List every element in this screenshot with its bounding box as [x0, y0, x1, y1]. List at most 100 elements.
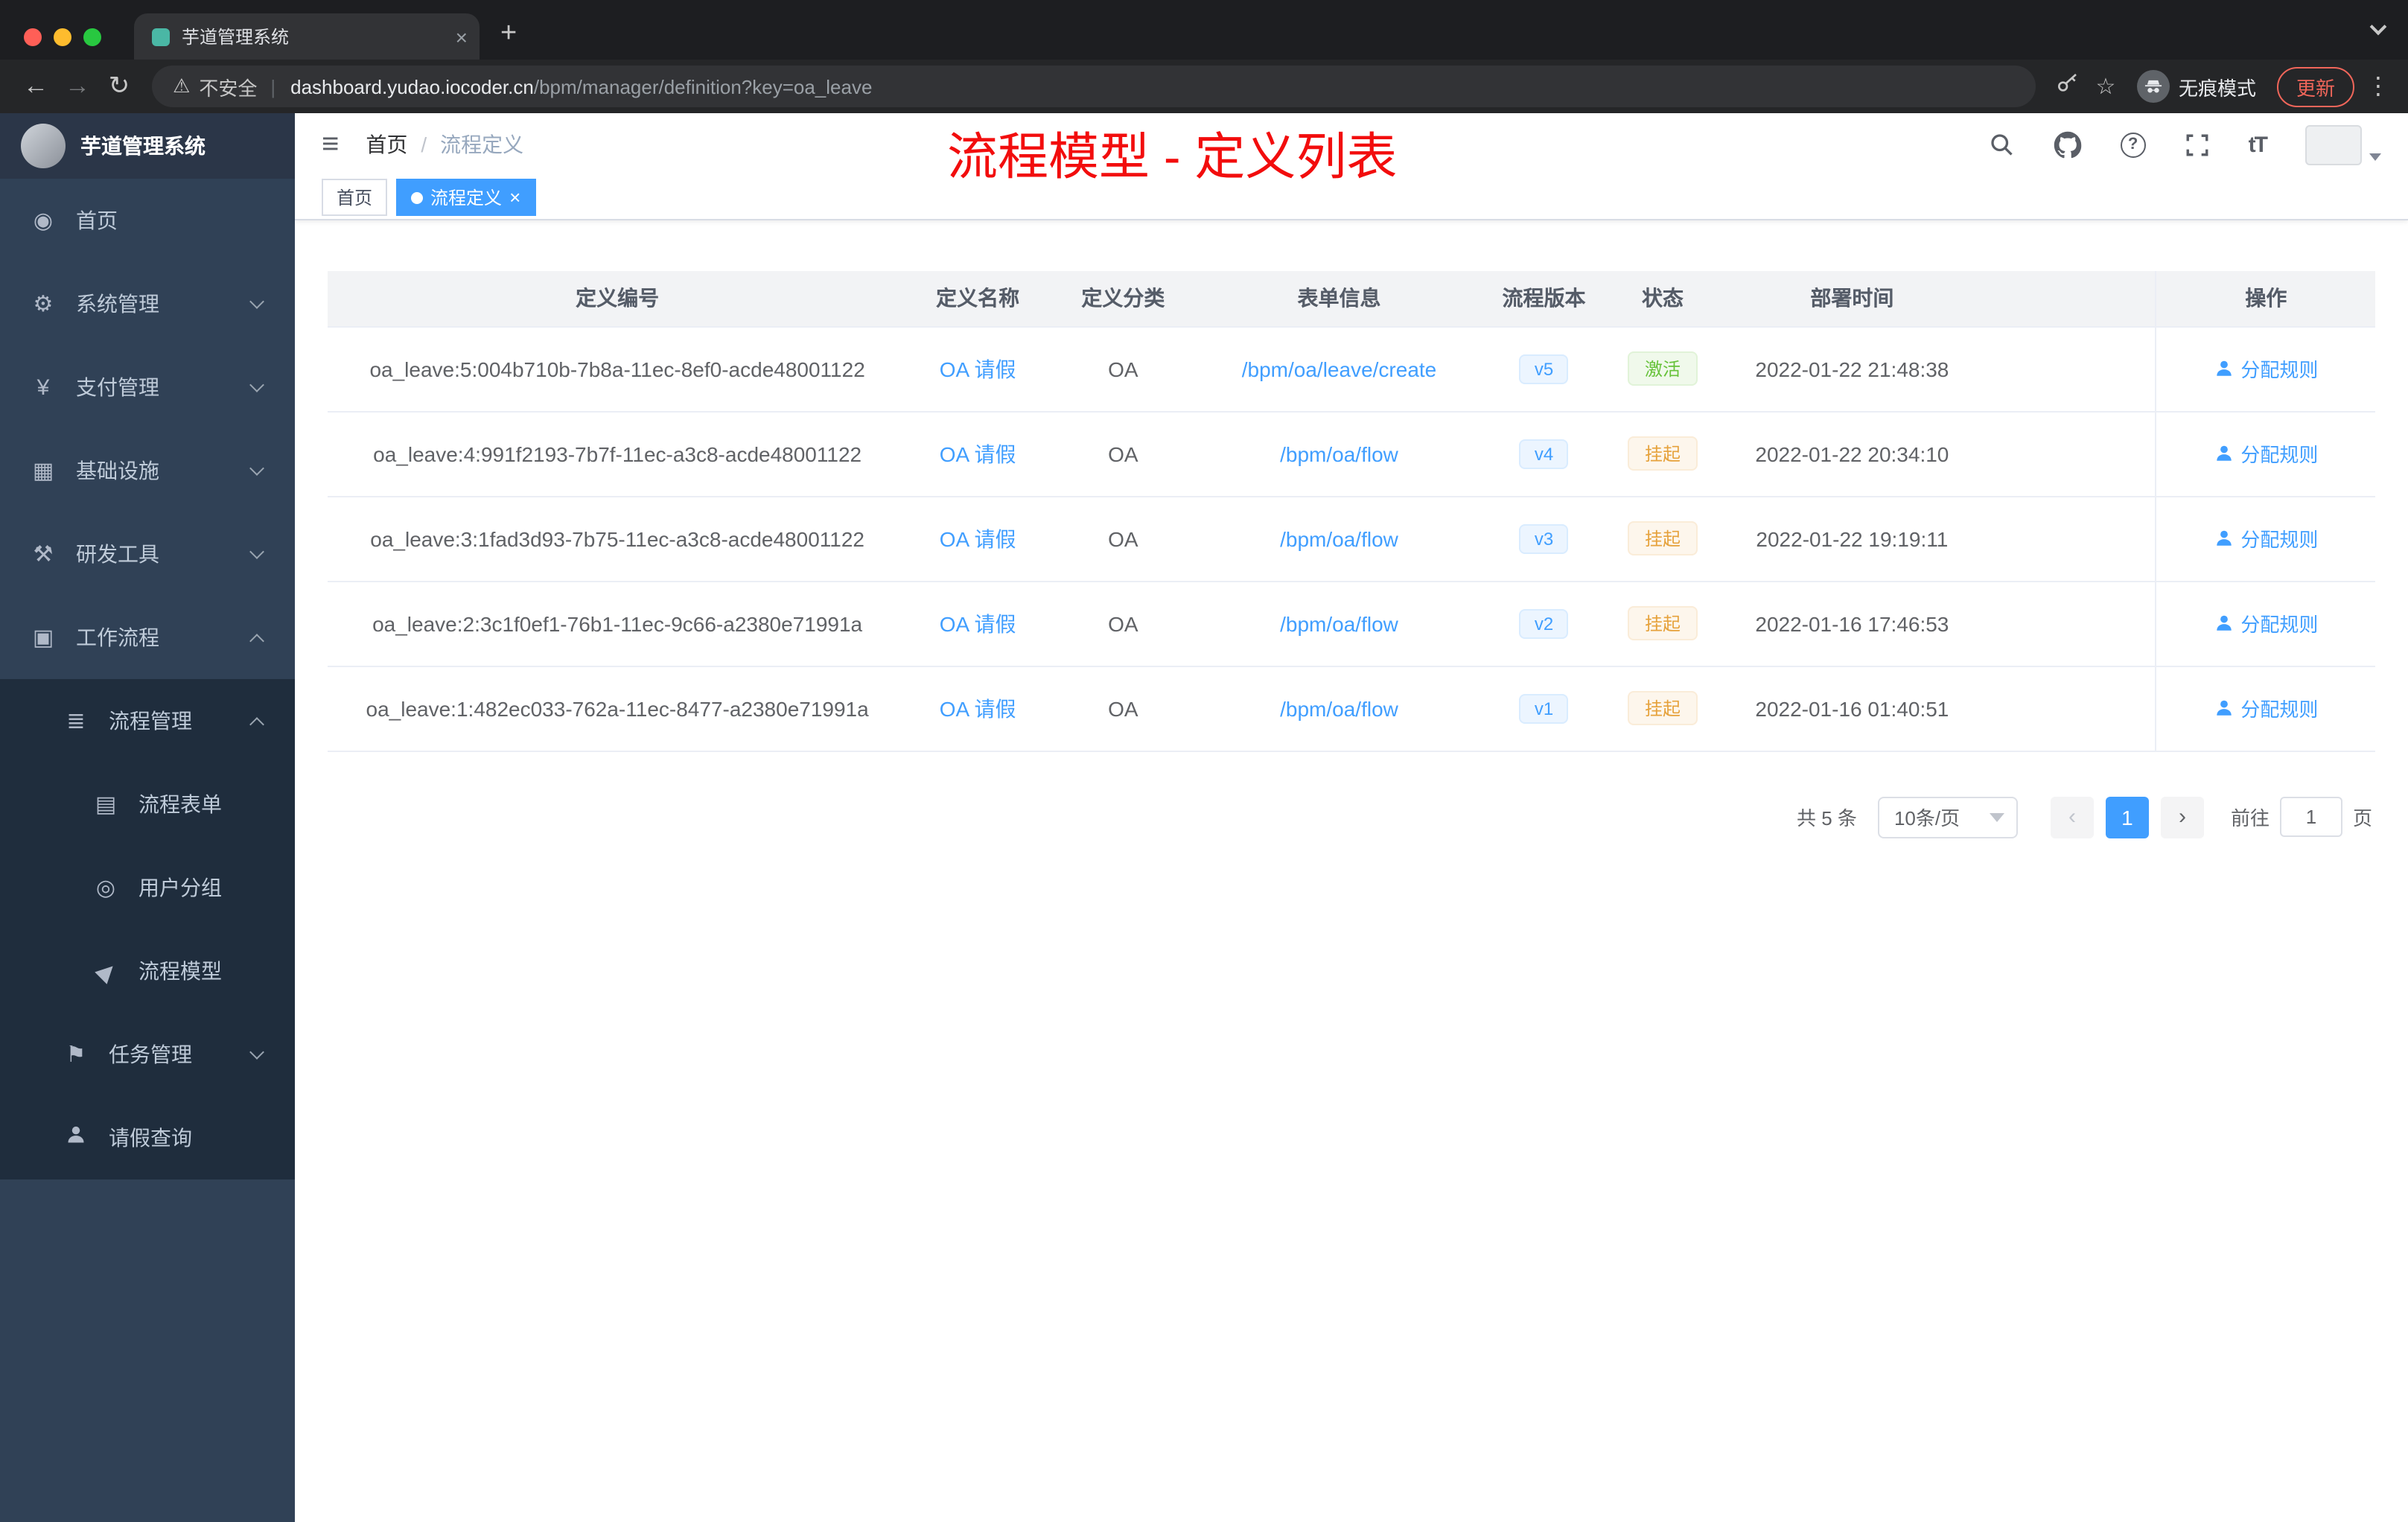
minimize-window-button[interactable] — [54, 28, 71, 46]
status-badge: 挂起 — [1628, 521, 1697, 555]
sidebar-item-label: 流程模型 — [138, 959, 222, 983]
page-size-select[interactable]: 10条/页 — [1877, 796, 2018, 838]
person-icon — [2216, 615, 2232, 631]
status-badge: 挂起 — [1628, 691, 1697, 725]
fullscreen-icon[interactable] — [2185, 132, 2210, 157]
table-row: oa_leave:1:482ec033-762a-11ec-8477-a2380… — [328, 666, 2375, 751]
address-bar[interactable]: ⚠ 不安全 | dashboard.yudao.iocoder.cn /bpm/… — [152, 66, 2036, 107]
form-icon: ▤ — [95, 792, 117, 818]
col-actions: 操作 — [2155, 271, 2375, 327]
sidebar-item-infrastructure[interactable]: ▦ 基础设施 — [0, 429, 295, 512]
prev-page-button[interactable]: ‹ — [2050, 796, 2094, 838]
goto-label: 前往 — [2230, 807, 2270, 830]
tab-close-icon[interactable]: × — [456, 26, 468, 47]
github-icon[interactable] — [2054, 130, 2082, 159]
form-link[interactable]: /bpm/oa/flow — [1280, 526, 1398, 550]
assign-rule-button[interactable]: 分配规则 — [2214, 354, 2318, 383]
assign-rule-button[interactable]: 分配规则 — [2214, 439, 2318, 468]
active-dot — [411, 191, 424, 203]
form-link[interactable]: /bpm/oa/flow — [1280, 611, 1398, 635]
assign-rule-button[interactable]: 分配规则 — [2214, 694, 2318, 722]
status-badge: 挂起 — [1628, 606, 1697, 640]
definition-name-link[interactable]: OA 请假 — [940, 442, 1016, 465]
annotation-title: 流程模型 - 定义列表 — [947, 130, 1398, 186]
next-page-button[interactable]: › — [2160, 796, 2204, 838]
tag-close-icon[interactable]: × — [509, 188, 520, 207]
browser-menu-icon[interactable]: ⋮ — [2363, 71, 2393, 101]
table-row: oa_leave:4:991f2193-7b7f-11ec-a3c8-acde4… — [328, 411, 2375, 497]
col-process-version: 流程版本 — [1480, 271, 1608, 327]
user-avatar[interactable] — [2305, 124, 2381, 165]
tag-label: 流程定义 — [430, 188, 503, 208]
pagination-goto: 前往 页 — [2231, 797, 2372, 837]
version-badge: v5 — [1519, 354, 1569, 383]
sidebar-item-devtools[interactable]: ⚒ 研发工具 — [0, 512, 295, 596]
definition-name-link[interactable]: OA 请假 — [940, 696, 1016, 720]
tab-title: 芋道管理系统 — [182, 27, 290, 48]
browser-window: 芋道管理系统 × + ← → ↻ ⚠ 不安全 | dashboard.yudao… — [0, 0, 2408, 1522]
form-link[interactable]: /bpm/oa/leave/create — [1242, 357, 1437, 380]
page-unit-label: 页 — [2352, 807, 2372, 830]
assign-rule-button[interactable]: 分配规则 — [2214, 609, 2318, 637]
workflow-icon: ▣ — [32, 625, 54, 651]
key-icon[interactable] — [2048, 71, 2086, 101]
help-icon[interactable]: ? — [2120, 132, 2146, 157]
infrastructure-icon: ▦ — [32, 459, 54, 484]
cell-spacer — [1986, 326, 2156, 412]
cell-category: OA — [1048, 411, 1198, 497]
sidebar-item-system[interactable]: ⚙ 系统管理 — [0, 262, 295, 346]
bookmark-star-icon[interactable]: ☆ — [2086, 73, 2125, 100]
tag-home[interactable]: 首页 — [322, 179, 388, 216]
incognito-icon — [2136, 70, 2170, 103]
security-label[interactable]: 不安全 — [199, 72, 257, 101]
goto-page-input[interactable] — [2279, 797, 2342, 837]
tag-process-definition[interactable]: 流程定义 × — [396, 179, 536, 216]
navbar-actions: ? tT — [1988, 124, 2381, 165]
page-content: 定义编号 定义名称 定义分类 表单信息 流程版本 状态 部署时间 操作 oa_l… — [295, 220, 2408, 1522]
col-form-info: 表单信息 — [1197, 271, 1481, 327]
sidebar-logo[interactable]: 芋道管理系统 — [0, 113, 295, 179]
font-size-icon[interactable]: tT — [2249, 132, 2268, 157]
pagination: 共 5 条 10条/页 ‹ 1 › 前往 页 — [328, 796, 2375, 838]
sidebar-item-payment[interactable]: ¥ 支付管理 — [0, 346, 295, 429]
sidebar-item-label: 用户分组 — [138, 876, 222, 899]
cell-definition-id: oa_leave:1:482ec033-762a-11ec-8477-a2380… — [328, 666, 908, 751]
breadcrumb-home[interactable]: 首页 — [366, 130, 407, 159]
incognito-badge: 无痕模式 — [2136, 70, 2256, 103]
chevron-down-icon — [249, 1045, 264, 1060]
sidebar-item-process-form[interactable]: ▤ 流程表单 — [0, 762, 295, 846]
form-link[interactable]: /bpm/oa/flow — [1280, 442, 1398, 465]
form-link[interactable]: /bpm/oa/flow — [1280, 696, 1398, 720]
sidebar-item-leave-query[interactable]: 请假查询 — [0, 1096, 295, 1179]
reload-icon[interactable]: ↻ — [98, 71, 140, 101]
sidebar-item-user-group[interactable]: ◎ 用户分组 — [0, 846, 295, 929]
close-window-button[interactable] — [24, 28, 42, 46]
sidebar-item-label: 流程管理 — [109, 709, 192, 733]
new-tab-button[interactable]: + — [480, 18, 517, 60]
forward-icon[interactable]: → — [57, 71, 98, 101]
tab-search-chevron-icon[interactable] — [2369, 18, 2387, 36]
sidebar-item-workflow[interactable]: ▣ 工作流程 — [0, 596, 295, 679]
browser-tab[interactable]: 芋道管理系统 × — [134, 13, 480, 60]
caret-down-icon — [2369, 153, 2381, 160]
dashboard-icon: ◉ — [33, 208, 54, 234]
update-button[interactable]: 更新 — [2276, 66, 2354, 106]
hamburger-icon[interactable]: ≡ — [322, 127, 339, 162]
breadcrumb-current: 流程定义 — [440, 133, 524, 156]
definition-name-link[interactable]: OA 请假 — [940, 611, 1016, 635]
sidebar-item-process-management[interactable]: ≣ 流程管理 — [0, 679, 295, 762]
zoom-window-button[interactable] — [83, 28, 101, 46]
person-icon — [2216, 445, 2232, 461]
assign-rule-button[interactable]: 分配规则 — [2214, 524, 2318, 553]
gear-icon: ⚙ — [33, 292, 54, 317]
definition-name-link[interactable]: OA 请假 — [940, 357, 1016, 380]
search-icon[interactable] — [1988, 131, 2015, 158]
sidebar-item-task-management[interactable]: ⚑ 任务管理 — [0, 1013, 295, 1096]
cell-deploy-time: 2022-01-22 19:19:11 — [1718, 496, 1987, 582]
sidebar-item-home[interactable]: ◉ 首页 — [0, 179, 295, 262]
definition-name-link[interactable]: OA 请假 — [940, 526, 1016, 550]
sidebar-item-process-model[interactable]: ▶ 流程模型 — [0, 929, 295, 1013]
sidebar: 芋道管理系统 ◉ 首页 ⚙ 系统管理 ¥ 支付管理 ▦ 基础设施 ⚒ 研发工具 … — [0, 113, 295, 1522]
page-number-button[interactable]: 1 — [2105, 796, 2149, 838]
back-icon[interactable]: ← — [15, 71, 57, 101]
